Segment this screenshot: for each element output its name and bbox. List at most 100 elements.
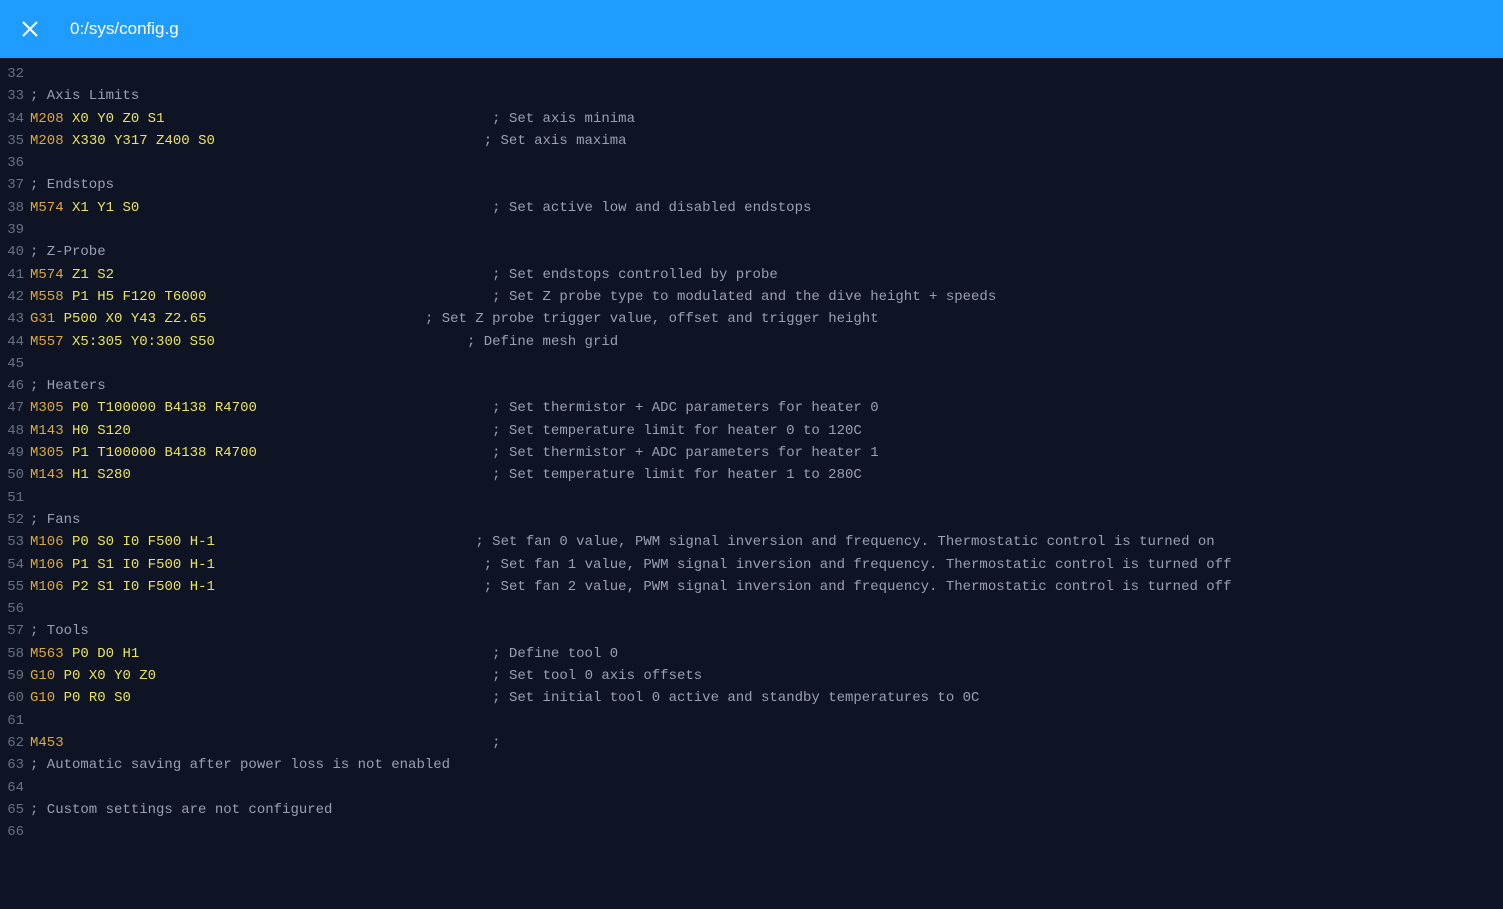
line-number: 40 [0,244,24,260]
line-content: ; Heaters [30,378,106,394]
line-number: 36 [0,155,24,171]
code-line[interactable]: 46 ; Heaters [0,378,1503,400]
line-number: 34 [0,111,24,127]
line-number: 57 [0,623,24,639]
code-line[interactable]: 57 ; Tools [0,623,1503,645]
line-number: 33 [0,88,24,104]
code-line[interactable]: 56 [0,601,1503,623]
code-line[interactable]: 52 ; Fans [0,512,1503,534]
line-content: M305 P0 T100000 B4138 R4700 ; Set thermi… [30,400,879,416]
line-number: 39 [0,222,24,238]
line-content: G10 P0 R0 S0 ; Set initial tool 0 active… [30,690,979,706]
line-number: 52 [0,512,24,528]
code-line[interactable]: 63 ; Automatic saving after power loss is… [0,757,1503,779]
line-content: M557 X5:305 Y0:300 S50 ; Define mesh gri… [30,334,618,350]
line-number: 62 [0,735,24,751]
code-line[interactable]: 42 M558 P1 H5 F120 T6000 ; Set Z probe ty… [0,289,1503,311]
line-content: ; Custom settings are not configured [30,802,332,818]
code-line[interactable]: 50 M143 H1 S280 ; Set temperature limit f… [0,467,1503,489]
line-number: 51 [0,490,24,506]
line-number: 32 [0,66,24,82]
line-content: M106 P2 S1 I0 F500 H-1 ; Set fan 2 value… [30,579,1231,595]
code-line[interactable]: 34 M208 X0 Y0 Z0 S1 ; Set axis minima [0,111,1503,133]
code-line[interactable]: 48 M143 H0 S120 ; Set temperature limit f… [0,423,1503,445]
line-number: 37 [0,177,24,193]
code-line[interactable]: 59 G10 P0 X0 Y0 Z0 ; Set tool 0 axis offs… [0,668,1503,690]
line-content: M208 X0 Y0 Z0 S1 ; Set axis minima [30,111,635,127]
code-line[interactable]: 62 M453 ; [0,735,1503,757]
code-line[interactable]: 33 ; Axis Limits [0,88,1503,110]
line-content: G31 P500 X0 Y43 Z2.65 ; Set Z probe trig… [30,311,879,327]
code-line[interactable]: 44 M557 X5:305 Y0:300 S50 ; Define mesh g… [0,334,1503,356]
line-number: 44 [0,334,24,350]
code-line[interactable]: 51 [0,490,1503,512]
line-content: ; Fans [30,512,80,528]
line-number: 63 [0,757,24,773]
line-number: 50 [0,467,24,483]
code-line[interactable]: 53 M106 P0 S0 I0 F500 H-1 ; Set fan 0 val… [0,534,1503,556]
line-number: 48 [0,423,24,439]
line-number: 60 [0,690,24,706]
line-number: 65 [0,802,24,818]
editor-header: 0:/sys/config.g [0,0,1503,58]
line-number: 49 [0,445,24,461]
code-line[interactable]: 45 [0,356,1503,378]
code-line[interactable]: 39 [0,222,1503,244]
line-number: 41 [0,267,24,283]
code-line[interactable]: 41 M574 Z1 S2 ; Set endstops controlled b… [0,267,1503,289]
line-content: G10 P0 X0 Y0 Z0 ; Set tool 0 axis offset… [30,668,702,684]
line-number: 64 [0,780,24,796]
line-number: 42 [0,289,24,305]
line-number: 53 [0,534,24,550]
code-line[interactable]: 49 M305 P1 T100000 B4138 R4700 ; Set ther… [0,445,1503,467]
code-line[interactable]: 36 [0,155,1503,177]
line-number: 66 [0,824,24,840]
line-content: M143 H0 S120 ; Set temperature limit for… [30,423,862,439]
line-number: 59 [0,668,24,684]
code-line[interactable]: 61 [0,713,1503,735]
line-content: M305 P1 T100000 B4138 R4700 ; Set thermi… [30,445,879,461]
line-number: 58 [0,646,24,662]
line-content: M563 P0 D0 H1 ; Define tool 0 [30,646,618,662]
line-number: 38 [0,200,24,216]
line-content: M106 P0 S0 I0 F500 H-1 ; Set fan 0 value… [30,534,1215,550]
line-number: 61 [0,713,24,729]
code-line[interactable]: 32 [0,66,1503,88]
code-line[interactable]: 35 M208 X330 Y317 Z400 S0 ; Set axis maxi… [0,133,1503,155]
line-number: 56 [0,601,24,617]
code-line[interactable]: 40 ; Z-Probe [0,244,1503,266]
line-content: M143 H1 S280 ; Set temperature limit for… [30,467,862,483]
code-line[interactable]: 55 M106 P2 S1 I0 F500 H-1 ; Set fan 2 val… [0,579,1503,601]
line-content: M106 P1 S1 I0 F500 H-1 ; Set fan 1 value… [30,557,1231,573]
code-line[interactable]: 66 [0,824,1503,846]
code-line[interactable]: 60 G10 P0 R0 S0 ; Set initial tool 0 acti… [0,690,1503,712]
line-content: M574 X1 Y1 S0 ; Set active low and disab… [30,200,811,216]
code-line[interactable]: 47 M305 P0 T100000 B4138 R4700 ; Set ther… [0,400,1503,422]
line-content: ; Tools [30,623,89,639]
line-content: M453 ; [30,735,501,751]
line-number: 35 [0,133,24,149]
line-number: 45 [0,356,24,372]
close-icon[interactable] [20,19,40,39]
line-content: ; Axis Limits [30,88,139,104]
code-line[interactable]: 37 ; Endstops [0,177,1503,199]
line-content: M208 X330 Y317 Z400 S0 ; Set axis maxima [30,133,627,149]
code-line[interactable]: 64 [0,780,1503,802]
line-number: 43 [0,311,24,327]
line-number: 47 [0,400,24,416]
line-number: 54 [0,557,24,573]
file-path-title: 0:/sys/config.g [70,19,179,39]
code-line[interactable]: 54 M106 P1 S1 I0 F500 H-1 ; Set fan 1 val… [0,557,1503,579]
code-line[interactable]: 65 ; Custom settings are not configured [0,802,1503,824]
code-line[interactable]: 58 M563 P0 D0 H1 ; Define tool 0 [0,646,1503,668]
code-line[interactable]: 38 M574 X1 Y1 S0 ; Set active low and dis… [0,200,1503,222]
line-number: 55 [0,579,24,595]
code-line[interactable]: 43 G31 P500 X0 Y43 Z2.65 ; Set Z probe tr… [0,311,1503,333]
code-editor[interactable]: 32 33 ; Axis Limits 34 M208 X0 Y0 Z0 S1 ; Se… [0,58,1503,886]
line-number: 46 [0,378,24,394]
line-content: M574 Z1 S2 ; Set endstops controlled by … [30,267,778,283]
line-content: M558 P1 H5 F120 T6000 ; Set Z probe type… [30,289,996,305]
line-content: ; Automatic saving after power loss is n… [30,757,450,773]
line-content: ; Endstops [30,177,114,193]
line-content: ; Z-Probe [30,244,106,260]
